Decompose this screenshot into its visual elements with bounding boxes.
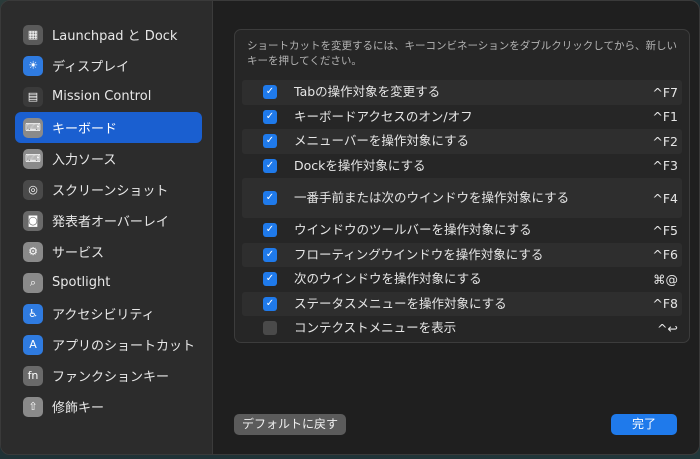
spotlight-icon: ⌕	[23, 272, 43, 293]
shortcut-row[interactable]: ✓ ステータスメニューを操作対象にする ^F8	[242, 291, 682, 316]
sidebar-item[interactable]: ◎ スクリーンショット	[15, 174, 202, 205]
accessibility-icon: ♿	[23, 303, 43, 324]
shortcut-row[interactable]: ✓ キーボードアクセスのオン/オフ ^F1	[242, 105, 682, 130]
restore-defaults-button[interactable]: デフォルトに戻す	[234, 414, 347, 435]
sidebar-item[interactable]: ⚙ サービス	[15, 236, 202, 267]
shortcut-key-combo[interactable]: ^F4	[634, 191, 682, 206]
shortcut-key-combo[interactable]: ^F2	[634, 134, 682, 149]
sidebar-item-label: 入力ソース	[52, 153, 117, 168]
sidebar-item-label: Spotlight	[52, 275, 111, 290]
sidebar-item-label: Mission Control	[52, 89, 152, 104]
input-source-icon: ⌨	[23, 148, 43, 169]
sidebar-item[interactable]: ♿ アクセシビリティ	[15, 298, 202, 329]
shortcut-key-combo[interactable]: ^F6	[634, 247, 682, 262]
sidebar-item-label: スクリーンショット	[52, 184, 169, 199]
mission-control-icon: ▤	[23, 86, 43, 107]
launchpad-icon: ▦	[23, 24, 43, 45]
shortcut-row[interactable]: ✓ Tabの操作対象を変更する ^F7	[242, 80, 682, 105]
presenter-overlay-icon: ◙	[23, 210, 43, 231]
sidebar-item[interactable]: A アプリのショートカット	[15, 329, 202, 360]
screenshot-icon: ◎	[23, 179, 43, 200]
shortcut-label: ステータスメニューを操作対象にする	[294, 295, 507, 311]
app-shortcuts-icon: A	[23, 334, 43, 355]
services-icon: ⚙	[23, 241, 43, 262]
shortcut-row[interactable]: ✓ フローティングウインドウを操作対象にする ^F6	[242, 242, 682, 267]
shortcut-checkbox[interactable]: ✓	[263, 191, 277, 205]
shortcut-label: Dockを操作対象にする	[294, 157, 426, 173]
shortcut-list: ✓ Tabの操作対象を変更する ^F7 ✓ キーボードアクセスのオン/オフ ^F1 ✓ メニュ…	[242, 80, 682, 341]
shortcut-checkbox[interactable]: ✓	[263, 223, 277, 238]
shortcut-category-sidebar: ▦ Launchpad と Dock ☀ ディスプレイ ▤ Mission Control…	[1, 1, 213, 454]
display-icon: ☀	[23, 55, 43, 76]
shortcut-row[interactable]: ✓ 一番手前または次のウインドウを操作対象にする ^F4	[242, 178, 682, 218]
sidebar-item-label: ファンクションキー	[52, 370, 170, 385]
shortcut-checkbox[interactable]: ✓	[263, 296, 277, 311]
sidebar-item[interactable]: fn ファンクションキー	[15, 360, 202, 391]
sidebar-item-label: サービス	[52, 246, 105, 261]
shortcut-list-panel: ショートカットを変更するには、キーコンビネーションをダブルクリックしてから、新し…	[234, 29, 690, 343]
shortcut-detail-pane: ショートカットを変更するには、キーコンビネーションをダブルクリックしてから、新し…	[213, 1, 699, 454]
shortcut-label: Tabの操作対象を変更する	[294, 84, 441, 100]
done-button[interactable]: 完了	[611, 414, 677, 435]
sidebar-item-label: 修飾キー	[52, 401, 105, 416]
shortcut-label: フローティングウインドウを操作対象にする	[294, 246, 544, 262]
shortcut-checkbox[interactable]: ✓	[263, 134, 277, 149]
keyboard-icon: ⌨	[23, 117, 43, 138]
shortcut-row[interactable]: ✓ メニューバーを操作対象にする ^F2	[242, 129, 682, 154]
shortcut-key-combo[interactable]: ^F5	[634, 223, 682, 238]
function-keys-icon: fn	[23, 365, 43, 386]
shortcut-checkbox[interactable]: ✓	[263, 158, 277, 173]
keyboard-shortcuts-sheet: ▦ Launchpad と Dock ☀ ディスプレイ ▤ Mission Control…	[0, 0, 700, 455]
shortcut-label: コンテクストメニューを表示	[294, 320, 457, 336]
shortcut-checkbox[interactable]: ✓	[263, 272, 277, 287]
sidebar-item-label: ディスプレイ	[52, 60, 130, 75]
sidebar-item-label: アクセシビリティ	[52, 308, 155, 323]
shortcut-row[interactable]: ✓ ウインドウのツールバーを操作対象にする ^F5	[242, 218, 682, 243]
shortcut-checkbox[interactable]: ✓	[263, 321, 277, 336]
shortcut-label: キーボードアクセスのオン/オフ	[294, 108, 473, 124]
shortcut-key-combo[interactable]: ⌘@	[634, 272, 682, 287]
shortcut-row[interactable]: ✓ 次のウインドウを操作対象にする ⌘@	[242, 267, 682, 292]
shortcut-key-combo[interactable]: ^F3	[634, 158, 682, 173]
sidebar-item[interactable]: ⌨ 入力ソース	[15, 143, 202, 174]
sidebar-item-label: アプリのショートカット	[52, 339, 196, 354]
shortcut-row[interactable]: ✓ コンテクストメニューを表示 ^↩	[242, 316, 682, 341]
shortcut-label: メニューバーを操作対象にする	[294, 133, 470, 149]
shortcut-key-combo[interactable]: ^F1	[634, 109, 682, 124]
sidebar-item[interactable]: ⌨ キーボード	[15, 112, 202, 143]
sidebar-item[interactable]: ▤ Mission Control	[15, 81, 202, 112]
instruction-text: ショートカットを変更するには、キーコンビネーションをダブルクリックしてから、新し…	[247, 40, 677, 67]
shortcut-key-combo[interactable]: ^↩	[634, 321, 682, 336]
shortcut-label: ウインドウのツールバーを操作対象にする	[294, 222, 532, 238]
sidebar-item[interactable]: ☀ ディスプレイ	[15, 50, 202, 81]
sidebar-item-label: キーボード	[52, 122, 118, 137]
shortcut-row[interactable]: ✓ Dockを操作対象にする ^F3	[242, 154, 682, 179]
sidebar-item[interactable]: ⇧ 修飾キー	[15, 391, 202, 422]
shortcut-key-combo[interactable]: ^F8	[634, 296, 682, 311]
modifier-keys-icon: ⇧	[23, 396, 43, 417]
shortcut-checkbox[interactable]: ✓	[263, 85, 277, 100]
sidebar-item[interactable]: ⌕ Spotlight	[15, 267, 202, 298]
shortcut-key-combo[interactable]: ^F7	[634, 85, 682, 100]
shortcut-checkbox[interactable]: ✓	[263, 247, 277, 262]
sidebar-item-label: 発表者オーバーレイ	[52, 215, 169, 230]
shortcut-label: 次のウインドウを操作対象にする	[294, 271, 482, 287]
sidebar-item[interactable]: ▦ Launchpad と Dock	[15, 19, 202, 50]
sidebar-item[interactable]: ◙ 発表者オーバーレイ	[15, 205, 202, 236]
shortcut-label: 一番手前または次のウインドウを操作対象にする	[294, 190, 570, 205]
shortcut-checkbox[interactable]: ✓	[263, 109, 277, 124]
sidebar-item-label: Launchpad と Dock	[52, 29, 178, 44]
